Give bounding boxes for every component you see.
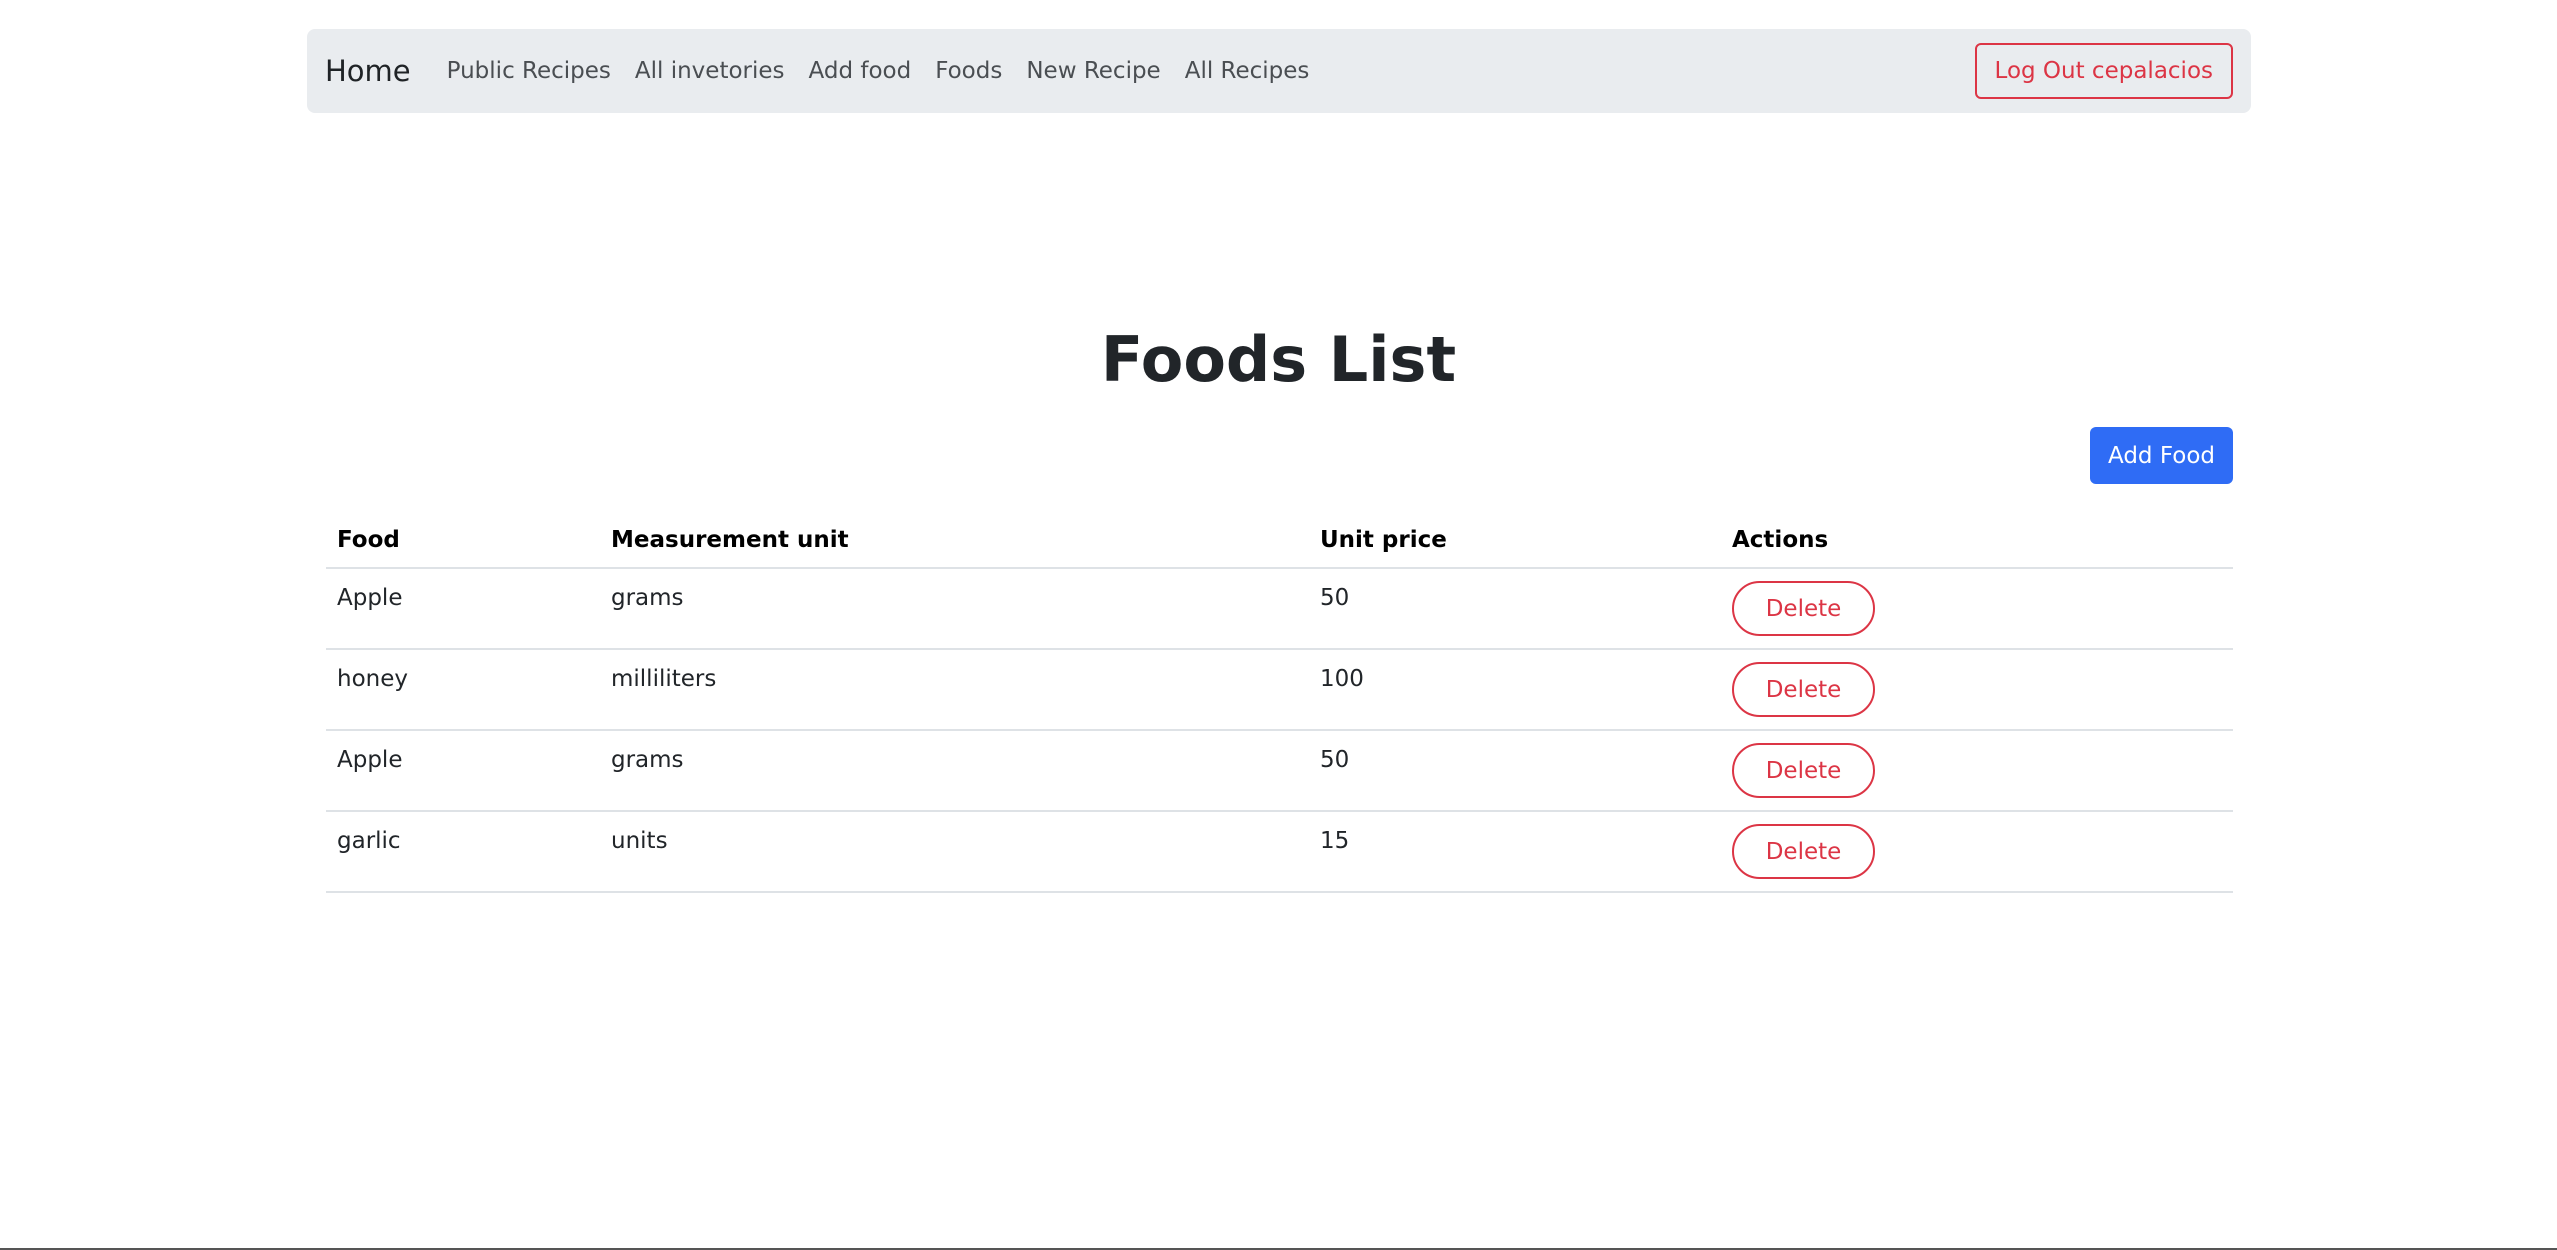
actions-cell: Delete (1721, 649, 2233, 731)
food-name: Apple (337, 747, 403, 773)
page-title: Foods List (1100, 323, 1457, 396)
unit-price: 15 (1320, 828, 1350, 854)
unit-price: 100 (1320, 666, 1364, 692)
price-cell: 100 (1309, 649, 1721, 731)
table-row: Apple grams 50 Delete (326, 568, 2233, 650)
delete-button[interactable]: Delete (1732, 824, 1875, 879)
foods-table: Food Measurement unit Unit price Actions… (326, 512, 2233, 893)
food-cell: Apple (326, 730, 600, 812)
food-cell: honey (326, 649, 600, 731)
navbar: Home Public Recipes All invetories Add f… (307, 29, 2251, 113)
nav-link-foods[interactable]: Foods (935, 58, 1002, 84)
unit-cell: milliliters (600, 649, 1309, 731)
price-cell: 50 (1309, 568, 1721, 650)
delete-button[interactable]: Delete (1732, 662, 1875, 717)
food-name: honey (337, 666, 408, 692)
unit-price: 50 (1320, 747, 1350, 773)
logout-button[interactable]: Log Out cepalacios (1974, 43, 2233, 99)
actions-cell: Delete (1721, 730, 2233, 812)
measurement-unit: grams (611, 585, 684, 611)
measurement-unit: grams (611, 747, 684, 773)
measurement-unit: units (611, 828, 668, 854)
table-body: Apple grams 50 Delete honey milliliters … (326, 568, 2233, 893)
food-cell: garlic (326, 811, 600, 893)
actions-cell: Delete (1721, 811, 2233, 893)
unit-price: 50 (1320, 585, 1350, 611)
nav-link-new-recipe[interactable]: New Recipe (1026, 58, 1160, 84)
table-header: Food Measurement unit Unit price Actions (326, 512, 2233, 569)
unit-cell: grams (600, 730, 1309, 812)
food-name: Apple (337, 585, 403, 611)
unit-cell: grams (600, 568, 1309, 650)
food-cell: Apple (326, 568, 600, 650)
price-cell: 15 (1309, 811, 1721, 893)
nav-link-all-recipes[interactable]: All Recipes (1185, 58, 1310, 84)
table-row: honey milliliters 100 Delete (326, 649, 2233, 731)
nav-link-all-inventories[interactable]: All invetories (635, 58, 785, 84)
measurement-unit: milliliters (611, 666, 717, 692)
table-header-row: Food Measurement unit Unit price Actions (326, 512, 2233, 569)
table-row: garlic units 15 Delete (326, 811, 2233, 893)
price-cell: 50 (1309, 730, 1721, 812)
delete-button[interactable]: Delete (1732, 743, 1875, 798)
table-row: Apple grams 50 Delete (326, 730, 2233, 812)
page: Home Public Recipes All invetories Add f… (0, 0, 2557, 1250)
add-food-button[interactable]: Add Food (2090, 427, 2233, 484)
food-name: garlic (337, 828, 401, 854)
nav-link-public-recipes[interactable]: Public Recipes (447, 58, 611, 84)
delete-button[interactable]: Delete (1732, 581, 1875, 636)
column-header-measurement-unit: Measurement unit (600, 512, 1309, 569)
unit-cell: units (600, 811, 1309, 893)
nav-link-add-food[interactable]: Add food (809, 58, 912, 84)
column-header-food: Food (326, 512, 600, 569)
column-header-unit-price: Unit price (1309, 512, 1721, 569)
actions-cell: Delete (1721, 568, 2233, 650)
column-header-actions: Actions (1721, 512, 2233, 569)
nav-links: Public Recipes All invetories Add food F… (447, 58, 1334, 84)
home-link[interactable]: Home (325, 54, 411, 88)
